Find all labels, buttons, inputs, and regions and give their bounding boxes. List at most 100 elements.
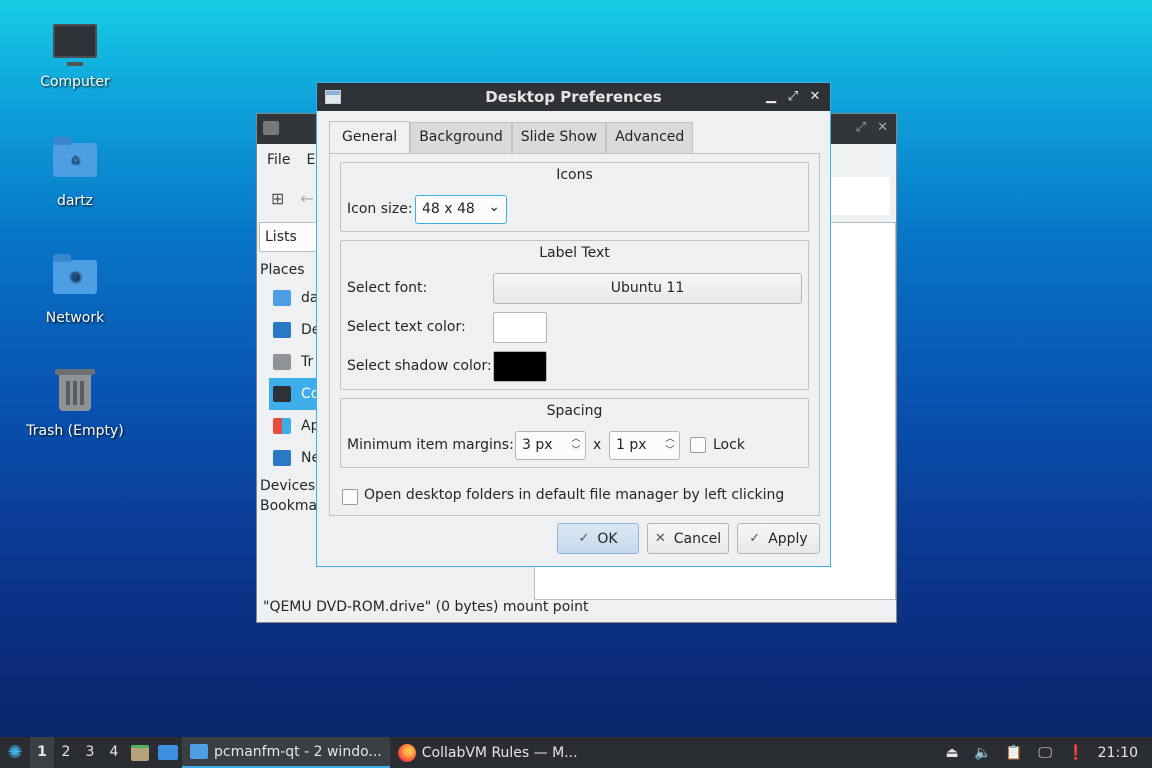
folder-icon xyxy=(190,744,208,759)
desktop-icon-label: dartz xyxy=(56,193,94,209)
menu-edit[interactable]: E xyxy=(306,152,315,168)
taskbar: ✺ 1 2 3 4 pcmanfm-qt - 2 windo... Collab… xyxy=(0,737,1152,768)
restore-icon[interactable]: ⤢ xyxy=(856,120,866,135)
place-item-computer[interactable]: Co xyxy=(269,378,319,410)
select-font-label: Select font: xyxy=(347,280,428,296)
ok-button[interactable]: ✓ OK xyxy=(557,523,639,554)
side-pane: Lists Places da De Tr Co Ap Ne Devices B… xyxy=(257,222,319,518)
place-item-trash[interactable]: Tr xyxy=(257,346,319,378)
desktop-switch-4[interactable]: 4 xyxy=(102,737,126,768)
icon-size-label: Icon size: xyxy=(347,201,413,217)
tab-background[interactable]: Background xyxy=(410,122,512,153)
desktop-folder-icon xyxy=(273,322,291,338)
desktop-switch-3[interactable]: 3 xyxy=(78,737,102,768)
bookmarks-header: Bookma xyxy=(260,498,318,514)
tab-general[interactable]: General xyxy=(329,121,411,154)
screen-icon[interactable]: 🖵 xyxy=(1030,745,1061,761)
place-item-applications[interactable]: Ap xyxy=(257,410,319,442)
home-folder-icon xyxy=(273,290,291,306)
apply-button[interactable]: ✓ Apply xyxy=(737,523,820,554)
desktop-switch-2[interactable]: 2 xyxy=(54,737,78,768)
start-menu-button[interactable]: ✺ xyxy=(0,737,30,768)
devices-header: Devices xyxy=(260,478,316,494)
clipboard-icon[interactable]: 📋 xyxy=(999,745,1030,761)
label-text-group: Label Text Select font: Ubuntu 11 Select… xyxy=(340,240,809,390)
computer-icon xyxy=(273,386,291,402)
select-text-color-label: Select text color: xyxy=(347,319,466,335)
notification-icon[interactable]: ❗ xyxy=(1061,745,1092,761)
check-icon: ✓ xyxy=(578,531,590,546)
show-desktop-icon xyxy=(158,745,178,760)
applications-icon xyxy=(273,418,291,434)
tray-expand-icon[interactable]: ⏏ xyxy=(937,745,968,761)
status-bar: "QEMU DVD-ROM.drive" (0 bytes) mount poi… xyxy=(263,599,589,615)
tab-advanced[interactable]: Advanced xyxy=(606,122,694,153)
minimum-margins-label: Minimum item margins: xyxy=(347,437,514,453)
spacing-group-title: Spacing xyxy=(546,403,603,419)
system-tray: ⏏ 🔈 📋 🖵 ❗ 21:10 xyxy=(937,737,1152,768)
trash-icon xyxy=(273,354,291,370)
desktop-icon-trash[interactable]: Trash (Empty) xyxy=(20,369,130,439)
icons-group: Icons Icon size: 48 x 48 ⌄ xyxy=(340,162,809,232)
task-pcmanfm[interactable]: pcmanfm-qt - 2 windo... xyxy=(182,737,390,768)
menu-file[interactable]: File xyxy=(267,152,290,168)
desktop-icon-computer[interactable]: Computer xyxy=(20,20,130,90)
network-folder-icon xyxy=(273,450,291,466)
spin-arrows-icon[interactable]: ︿ ﹀ xyxy=(570,433,582,457)
place-item-desktop[interactable]: De xyxy=(257,314,319,346)
desktop-switch-1[interactable]: 1 xyxy=(30,737,54,768)
desktop-icon-label: Computer xyxy=(40,74,110,90)
quicklaunch-file-manager[interactable] xyxy=(126,737,154,768)
minimize-icon[interactable]: ▁ xyxy=(762,87,780,107)
desktop-icon-home[interactable]: ⌂ dartz xyxy=(20,137,130,209)
trash-icon xyxy=(53,369,97,417)
quicklaunch-show-desktop[interactable] xyxy=(154,737,182,768)
side-pane-mode-combo[interactable]: Lists xyxy=(259,222,317,252)
place-item-home[interactable]: da xyxy=(257,282,319,314)
desktop-icon-network[interactable]: ◉ Network xyxy=(20,254,130,326)
place-item-network[interactable]: Ne xyxy=(257,442,319,474)
desktop-icon-label: Trash (Empty) xyxy=(26,423,124,439)
icons-group-title: Icons xyxy=(556,167,593,183)
task-firefox[interactable]: CollabVM Rules — M... xyxy=(390,737,586,768)
spin-arrows-icon[interactable]: ︿ ﹀ xyxy=(664,433,676,457)
close-icon[interactable]: ✕ xyxy=(806,87,824,107)
open-folders-checkbox[interactable] xyxy=(342,489,358,505)
dialog-titlebar[interactable]: Desktop Preferences ▁ ⤢ ✕ xyxy=(317,83,830,111)
volume-icon[interactable]: 🔈 xyxy=(968,745,999,761)
open-folders-label: Open desktop folders in default file man… xyxy=(364,487,785,503)
clock[interactable]: 21:10 xyxy=(1092,745,1152,761)
maximize-icon[interactable]: ⤢ xyxy=(784,87,802,107)
label-text-group-title: Label Text xyxy=(539,245,610,261)
lock-checkbox[interactable] xyxy=(690,437,706,453)
desktop-preferences-dialog: Desktop Preferences ▁ ⤢ ✕ General Backgr… xyxy=(316,82,831,567)
dialog-title: Desktop Preferences xyxy=(485,88,662,106)
check-icon: ✓ xyxy=(749,531,761,546)
tab-slide-show[interactable]: Slide Show xyxy=(511,122,607,153)
network-folder-icon: ◉ xyxy=(53,254,97,304)
icon-size-combo[interactable]: 48 x 48 ⌄ xyxy=(415,195,507,224)
new-tab-icon[interactable]: ⊞ xyxy=(271,189,284,208)
spacing-group: Spacing Minimum item margins: 3 px ︿ ﹀ x … xyxy=(340,398,809,468)
text-color-button[interactable] xyxy=(493,312,547,343)
general-tab-page: Icons Icon size: 48 x 48 ⌄ Label Text Se… xyxy=(329,153,820,516)
select-font-button[interactable]: Ubuntu 11 xyxy=(493,273,802,304)
window-icon xyxy=(325,90,341,104)
chevron-down-icon: ⌄ xyxy=(488,199,500,215)
close-icon: ✕ xyxy=(654,531,666,546)
tab-bar: General Background Slide Show Advanced xyxy=(329,121,694,154)
shadow-color-button[interactable] xyxy=(493,351,547,382)
close-icon[interactable]: ✕ xyxy=(877,120,888,135)
select-shadow-color-label: Select shadow color: xyxy=(347,358,492,374)
file-manager-icon xyxy=(131,744,149,761)
places-header: Places xyxy=(260,262,305,278)
home-folder-icon: ⌂ xyxy=(53,137,97,187)
lock-label: Lock xyxy=(713,437,745,453)
lxqt-logo-icon: ✺ xyxy=(7,742,23,763)
firefox-icon xyxy=(397,743,416,762)
margin-x-spinbox[interactable]: 3 px ︿ ﹀ xyxy=(515,431,586,460)
cancel-button[interactable]: ✕ Cancel xyxy=(647,523,729,554)
times-label: x xyxy=(593,437,602,453)
margin-y-spinbox[interactable]: 1 px ︿ ﹀ xyxy=(609,431,680,460)
back-arrow-icon[interactable]: ← xyxy=(300,189,313,208)
